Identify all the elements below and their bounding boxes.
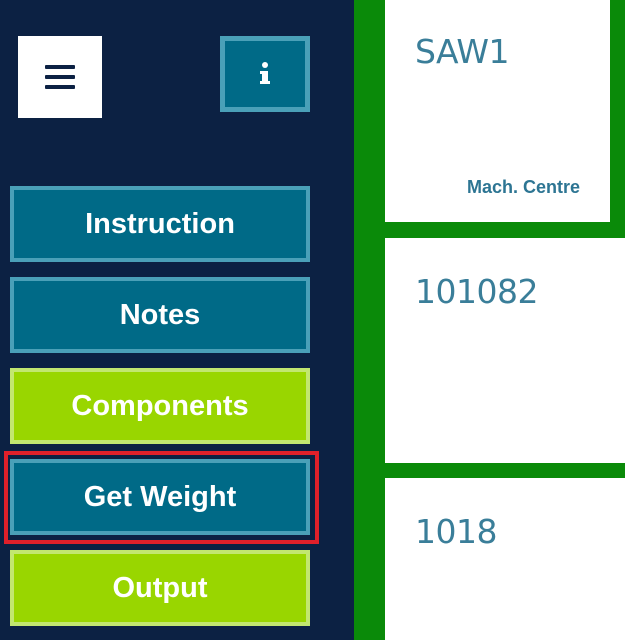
components-button[interactable]: Components	[10, 368, 310, 444]
notes-button[interactable]: Notes	[10, 277, 310, 353]
info-tiles: SAW1 Mach. Centre 101082 1018	[385, 0, 625, 640]
panel-divider	[354, 0, 385, 640]
instruction-button[interactable]: Instruction	[10, 186, 310, 262]
output-button[interactable]: Output	[10, 550, 310, 626]
tile-machine[interactable]: SAW1 Mach. Centre	[385, 0, 610, 222]
tile-order[interactable]: 101082	[385, 238, 625, 463]
menu-button[interactable]	[18, 36, 102, 118]
info-button[interactable]	[220, 36, 310, 112]
tile-item[interactable]: 1018	[385, 478, 625, 640]
tile-item-title: 1018	[415, 512, 497, 551]
info-icon	[260, 62, 270, 86]
get-weight-button[interactable]: Get Weight	[10, 459, 310, 535]
sidebar: Instruction Notes Components Get Weight …	[0, 0, 354, 640]
tile-machine-title: SAW1	[415, 32, 509, 71]
tile-order-title: 101082	[415, 272, 538, 311]
tile-machine-subtitle: Mach. Centre	[466, 177, 580, 197]
hamburger-icon	[45, 65, 75, 89]
